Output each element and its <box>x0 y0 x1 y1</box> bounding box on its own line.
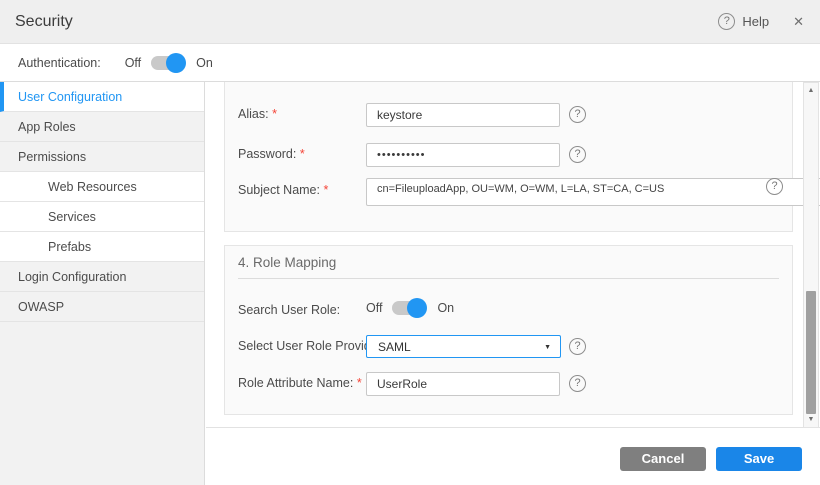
sidebar-item-login-configuration[interactable]: Login Configuration <box>0 262 204 292</box>
subject-name-textarea[interactable]: cn=FileuploadApp, OU=WM, O=WM, L=LA, ST=… <box>366 178 820 206</box>
keystore-section-panel: Alias: * ? Password: * ? Subject Name: *… <box>224 82 793 232</box>
sidebar-item-prefabs[interactable]: Prefabs <box>0 232 204 262</box>
help-icon[interactable]: ? <box>718 13 735 30</box>
alias-input[interactable] <box>366 103 560 127</box>
scroll-down-icon[interactable]: ▼ <box>804 416 818 423</box>
password-label: Password: * <box>238 147 305 161</box>
help-link[interactable]: Help <box>742 14 769 29</box>
role-mapping-section-title: 4. Role Mapping <box>238 255 336 270</box>
role-attribute-help-icon[interactable]: ? <box>569 375 586 392</box>
role-attribute-name-input[interactable] <box>366 372 560 396</box>
search-user-role-label: Search User Role: <box>238 303 340 317</box>
required-asterisk: * <box>357 376 362 390</box>
header-actions: ? Help ✕ <box>718 0 804 43</box>
settings-sidebar: User Configuration App Roles Permissions… <box>0 82 205 485</box>
search-user-role-on-label: On <box>437 301 454 315</box>
sidebar-item-app-roles[interactable]: App Roles <box>0 112 204 142</box>
toggle-knob <box>407 298 427 318</box>
close-icon[interactable]: ✕ <box>793 14 804 30</box>
authentication-label: Authentication: <box>18 56 101 70</box>
authentication-bar: Authentication: Off On <box>0 44 820 82</box>
cancel-button[interactable]: Cancel <box>620 447 706 471</box>
user-role-provider-label: Select User Role Provider: <box>238 339 385 353</box>
sidebar-item-services[interactable]: Services <box>0 202 204 232</box>
sidebar-item-user-configuration[interactable]: User Configuration <box>0 82 204 112</box>
toggle-knob <box>166 53 186 73</box>
dialog-footer: Cancel Save <box>206 428 820 485</box>
subject-name-help-icon[interactable]: ? <box>766 178 783 195</box>
sidebar-item-permissions[interactable]: Permissions <box>0 142 204 172</box>
alias-help-icon[interactable]: ? <box>569 106 586 123</box>
sidebar-item-owasp[interactable]: OWASP <box>0 292 204 322</box>
scroll-up-icon[interactable]: ▲ <box>804 87 818 94</box>
subject-name-label: Subject Name: * <box>238 183 328 197</box>
search-user-role-toggle[interactable] <box>392 301 425 315</box>
user-role-provider-select[interactable]: SAML ▼ <box>366 335 561 358</box>
selected-provider-value: SAML <box>378 340 411 354</box>
content-area: Alias: * ? Password: * ? Subject Name: *… <box>206 82 820 485</box>
form-scroll-area: Alias: * ? Password: * ? Subject Name: *… <box>206 82 820 428</box>
password-input[interactable] <box>366 143 560 167</box>
page-title: Security <box>15 13 73 31</box>
password-help-icon[interactable]: ? <box>569 146 586 163</box>
search-user-role-off-label: Off <box>366 301 382 315</box>
provider-help-icon[interactable]: ? <box>569 338 586 355</box>
authentication-on-label: On <box>196 56 213 70</box>
search-user-role-control: Off On <box>366 298 454 318</box>
vertical-scrollbar[interactable]: ▲ ▼ <box>803 82 819 428</box>
save-button[interactable]: Save <box>716 447 802 471</box>
role-mapping-panel: 4. Role Mapping Search User Role: Off On… <box>224 245 793 415</box>
section-divider <box>238 278 779 279</box>
required-asterisk: * <box>300 147 305 161</box>
scrollbar-thumb[interactable] <box>806 291 816 414</box>
dialog-header: Security ? Help ✕ <box>0 0 820 44</box>
authentication-toggle[interactable] <box>151 56 184 70</box>
required-asterisk: * <box>272 107 277 121</box>
dropdown-caret-icon: ▼ <box>544 344 551 351</box>
role-attribute-name-label: Role Attribute Name: * <box>238 376 362 390</box>
authentication-off-label: Off <box>125 56 141 70</box>
alias-label: Alias: * <box>238 107 277 121</box>
sidebar-item-web-resources[interactable]: Web Resources <box>0 172 204 202</box>
required-asterisk: * <box>323 183 328 197</box>
security-dialog: Security ? Help ✕ Authentication: Off On… <box>0 0 820 485</box>
